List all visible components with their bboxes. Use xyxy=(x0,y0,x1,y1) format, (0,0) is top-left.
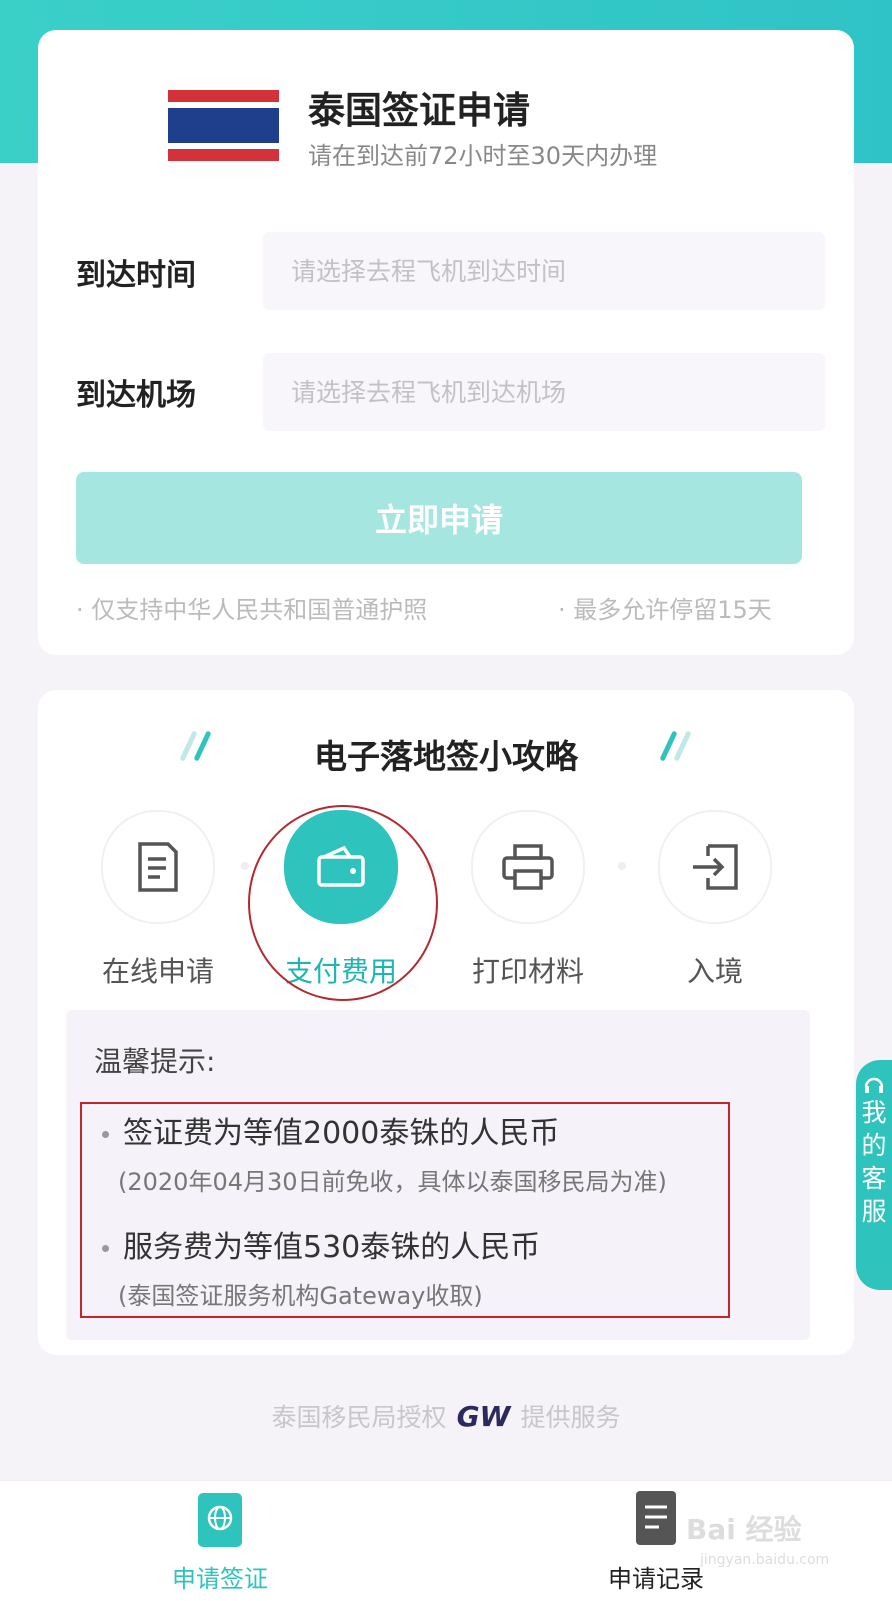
customer-service-tab[interactable]: 我 的 客 服 xyxy=(856,1060,892,1290)
arrival-time-input[interactable] xyxy=(263,255,825,287)
arrival-time-field[interactable] xyxy=(263,232,825,310)
printer-icon xyxy=(502,844,554,890)
stay-limit-note: · 最多允许停留15天 xyxy=(558,596,772,624)
visa-guide-card: 电子落地签小攻略 在线申请 支付费用 打印材料 入境 温馨提示: 签证费为等值2… xyxy=(38,690,854,1355)
page-subtitle: 请在到达前72小时至30天内办理 xyxy=(308,142,658,170)
tip-item: 服务费为等值530泰铢的人民币 xyxy=(102,1222,540,1266)
arrival-airport-field[interactable] xyxy=(263,353,825,431)
baidu-watermark-url: jingyan.baidu.com xyxy=(700,1552,830,1568)
arrival-time-label: 到达时间 xyxy=(76,258,196,293)
passport-icon xyxy=(198,1493,242,1547)
page-title: 泰国签证申请 xyxy=(308,89,530,132)
arrival-airport-label: 到达机场 xyxy=(76,378,196,413)
step-print-materials[interactable]: 打印材料 xyxy=(453,810,603,990)
step-label: 入境 xyxy=(686,955,743,988)
tip-item: 签证费为等值2000泰铢的人民币 xyxy=(102,1108,559,1152)
guide-title: 电子落地签小攻略 xyxy=(314,737,578,776)
tips-title: 温馨提示: xyxy=(94,1045,216,1078)
decorative-slash-icon xyxy=(658,726,698,766)
headset-icon xyxy=(864,1077,884,1093)
step-online-apply[interactable]: 在线申请 xyxy=(83,810,233,990)
step-circle xyxy=(101,810,215,924)
gateway-logo: GW xyxy=(456,1400,511,1433)
step-connector xyxy=(241,862,249,870)
tip-item-note: (泰国签证服务机构Gateway收取) xyxy=(118,1282,483,1310)
passport-note: · 仅支持中华人民共和国普通护照 xyxy=(76,596,428,624)
step-label: 打印材料 xyxy=(471,955,584,988)
apply-now-button[interactable]: 立即申请 xyxy=(76,472,802,564)
thailand-flag-icon xyxy=(168,90,279,161)
annotation-highlight-box: 签证费为等值2000泰铢的人民币 (2020年04月30日前免收，具体以泰国移民… xyxy=(80,1102,730,1318)
baidu-watermark: Bai 经验 xyxy=(686,1513,802,1546)
record-icon xyxy=(636,1491,676,1545)
step-entry[interactable]: 入境 xyxy=(640,810,790,990)
document-icon xyxy=(138,842,178,892)
step-connector xyxy=(618,862,626,870)
tab-apply-visa[interactable]: 申请签证 xyxy=(120,1481,320,1601)
step-circle xyxy=(658,810,772,924)
entry-icon xyxy=(693,844,738,890)
tips-box: 温馨提示: 签证费为等值2000泰铢的人民币 (2020年04月30日前免收，具… xyxy=(66,1010,810,1340)
bullet-icon xyxy=(102,1131,109,1138)
tip-item-note: (2020年04月30日前免收，具体以泰国移民局为准) xyxy=(118,1168,667,1196)
tab-label: 申请签证 xyxy=(172,1565,268,1593)
arrival-airport-input[interactable] xyxy=(263,376,825,408)
step-label: 在线申请 xyxy=(101,955,214,988)
step-circle xyxy=(471,810,585,924)
annotation-highlight-circle xyxy=(248,805,438,1001)
bullet-icon xyxy=(102,1245,109,1252)
visa-application-card: 泰国签证申请 请在到达前72小时至30天内办理 到达时间 到达机场 立即申请 ·… xyxy=(38,30,854,655)
service-credit: 泰国移民局授权 GW 提供服务 xyxy=(271,1400,621,1433)
